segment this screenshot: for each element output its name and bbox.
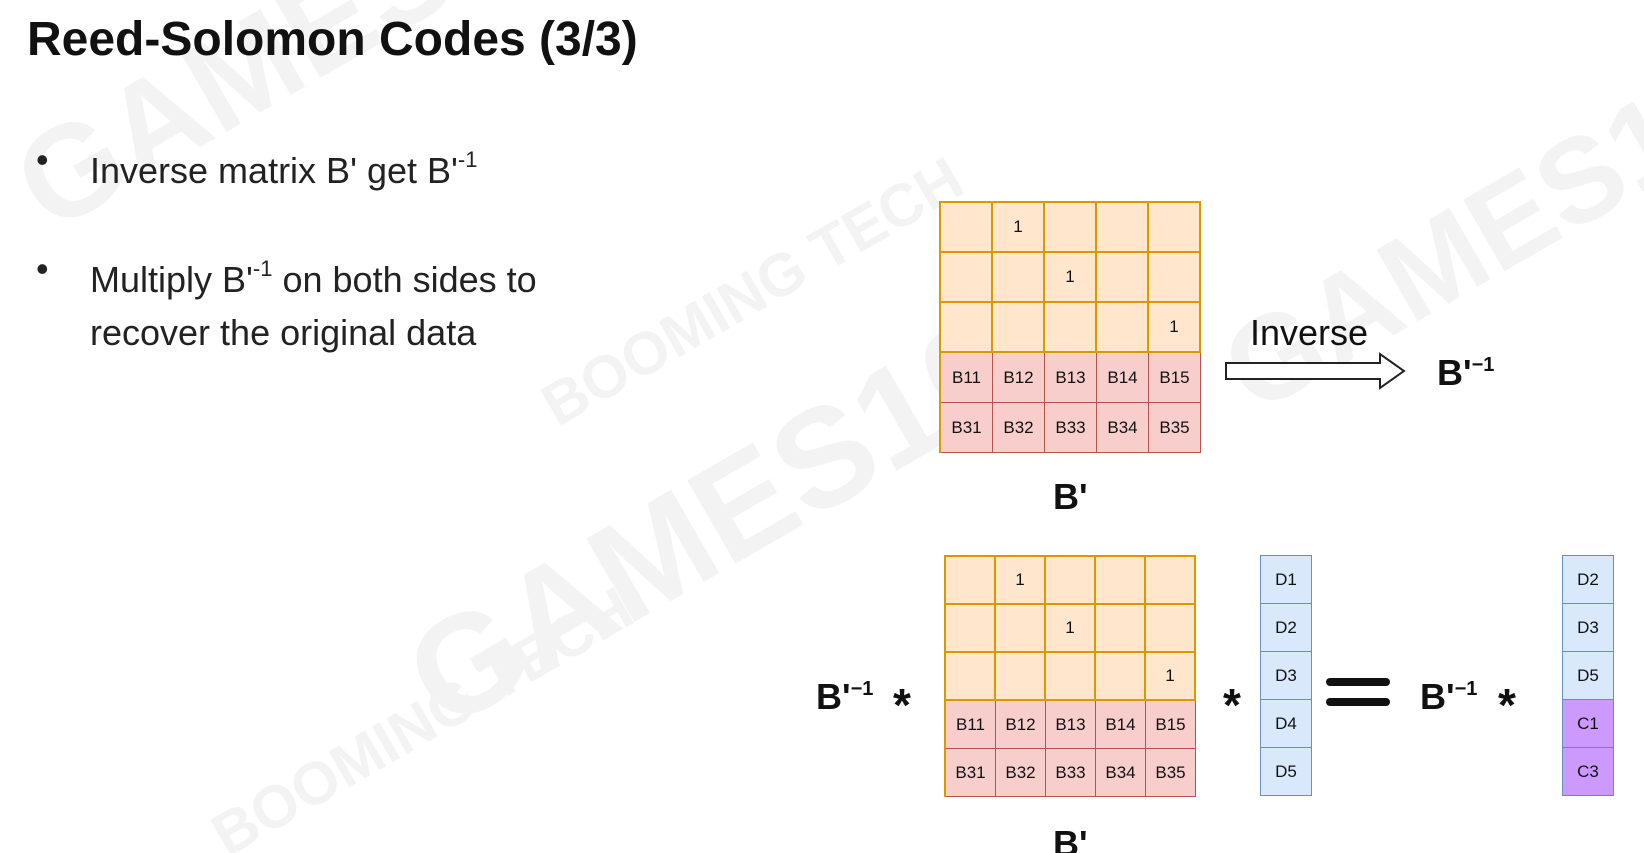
vector-cell: D5 [1261,748,1311,796]
bullet-sup: -1 [252,256,273,281]
data-cell: B31 [946,749,996,797]
data-cell: B31 [941,403,993,453]
result-vector: D2 D3 D5 C1 C3 [1562,555,1614,796]
left-factor-base: B' [816,676,851,717]
data-cell: B33 [1045,403,1097,453]
right-factor-base: B' [1420,676,1455,717]
multiply-sign-3: * [1498,679,1516,731]
data-cell: B32 [996,749,1046,797]
multiply-sign-2: * [1223,679,1241,731]
identity-cell [996,605,1046,653]
identity-cell [993,303,1045,353]
vector-cell: D2 [1261,604,1311,652]
identity-cell [1097,203,1149,253]
right-factor-sup: −1 [1454,678,1478,700]
data-cell: B13 [1045,353,1097,403]
identity-cell [1046,653,1096,701]
identity-cell [1045,203,1097,253]
identity-cell: 1 [1046,605,1096,653]
matrix-b-prime-equation: 1 1 1 B11 B12 B13 B14 B15 B31 B32 B33 B34 B35 [944,555,1196,797]
vector-cell: D5 [1563,652,1613,700]
identity-cell [1097,303,1149,353]
bullet-text-pre: Multiply B' [90,259,253,300]
bullet-text-main: Inverse matrix B' get B' [90,150,458,191]
data-cell: B32 [993,403,1045,453]
vector-cell: D4 [1261,700,1311,748]
bullet-marker: • [36,248,49,289]
multiply-sign-1: * [893,679,911,731]
identity-cell [941,253,993,303]
identity-cell [1045,303,1097,353]
bullet-sup: -1 [457,147,478,172]
identity-cell [1096,653,1146,701]
slide-title: Reed-Solomon Codes (3/3) [27,13,638,66]
identity-cell [946,557,996,605]
identity-cell: 1 [1146,653,1196,701]
vector-cell: D3 [1563,604,1613,652]
parity-cell: C1 [1563,700,1613,748]
identity-cell [946,605,996,653]
identity-cell [941,303,993,353]
identity-cell [1096,605,1146,653]
slide: GAMES104 GAMES104 GAMES104 BOOMING TECH … [0,0,1644,853]
identity-cell [1096,557,1146,605]
identity-cell [1046,557,1096,605]
data-cell: B34 [1097,403,1149,453]
d-vector: D1 D2 D3 D4 D5 [1260,555,1312,796]
parity-cell: C3 [1563,748,1613,796]
matrix-b-prime-equation-label: B' [1053,823,1088,853]
identity-cell: 1 [1045,253,1097,303]
bullet-text-line2: recover the original data [90,312,477,353]
identity-cell: 1 [996,557,1046,605]
equals-sign [1326,678,1390,706]
identity-cell [1097,253,1149,303]
identity-cell [941,203,993,253]
left-factor-sup: −1 [850,678,874,700]
bullet-text-post: on both sides to [272,259,537,300]
data-cell: B14 [1096,701,1146,749]
identity-cell [996,653,1046,701]
data-cell: B11 [941,353,993,403]
matrix-b-prime-label: B' [1053,476,1088,517]
inverse-label: Inverse [1250,312,1369,353]
data-cell: B14 [1097,353,1149,403]
identity-cell: 1 [993,203,1045,253]
vector-cell: D3 [1261,652,1311,700]
data-cell: B33 [1046,749,1096,797]
identity-cell: 1 [1149,303,1201,353]
data-cell: B35 [1149,403,1201,453]
data-cell: B13 [1046,701,1096,749]
data-cell: B15 [1149,353,1201,403]
right-arrow-icon [1225,352,1406,390]
identity-cell [1146,557,1196,605]
equation-left-factor: B'−1 [816,676,873,718]
matrix-b-prime: 1 1 1 B11 B12 B13 B14 B15 B31 B32 B33 B34 B35 [939,201,1201,453]
data-cell: B35 [1146,749,1196,797]
bullet-text: Inverse matrix B' get B'-1 [90,128,477,203]
inverse-result: B'−1 [1437,352,1494,394]
identity-cell [1149,253,1201,303]
bullet-marker: • [36,139,49,180]
identity-cell [1146,605,1196,653]
watermark-5: BOOMING TECH [200,574,644,853]
data-cell: B11 [946,701,996,749]
data-cell: B15 [1146,701,1196,749]
data-cell: B12 [993,353,1045,403]
watermark-4: BOOMING TECH [530,144,974,439]
equation-right-factor: B'−1 [1420,676,1477,718]
identity-cell [1149,203,1201,253]
vector-cell: D2 [1563,556,1613,604]
identity-cell [946,653,996,701]
data-cell: B34 [1096,749,1146,797]
inverse-result-sup: −1 [1471,354,1495,376]
identity-cell [993,253,1045,303]
vector-cell: D1 [1261,556,1311,604]
inverse-result-base: B' [1437,352,1472,393]
data-cell: B12 [996,701,1046,749]
